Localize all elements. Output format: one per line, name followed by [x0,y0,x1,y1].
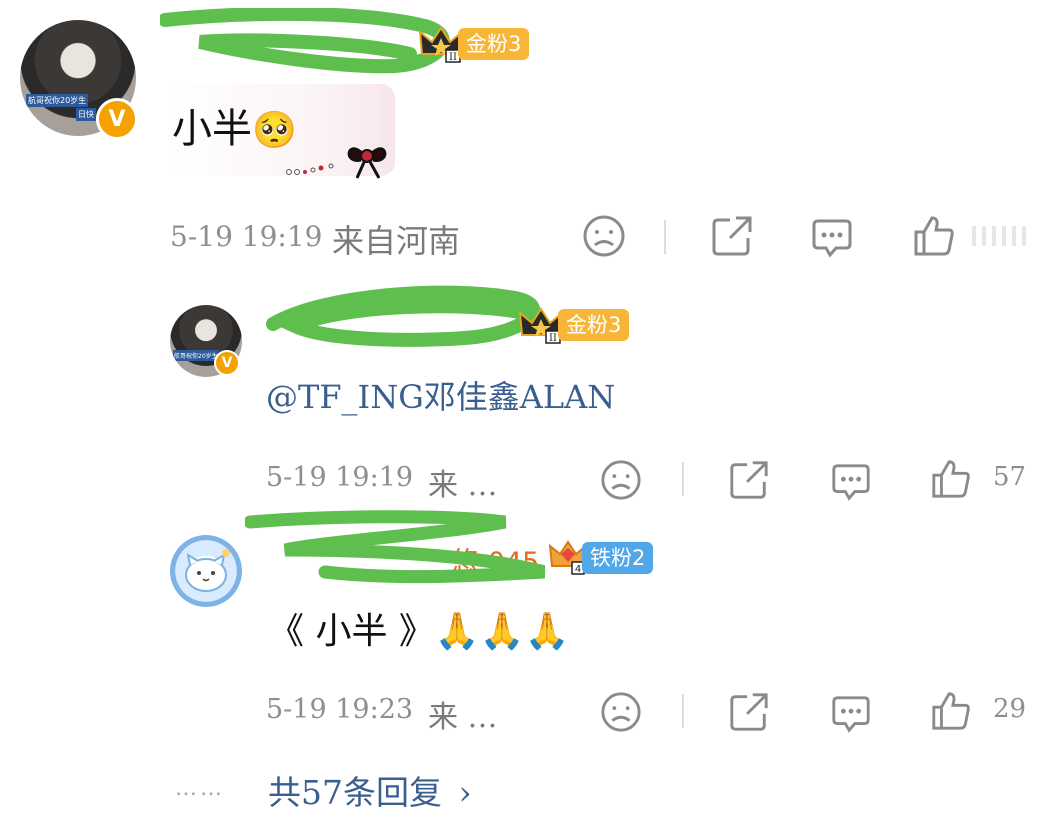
chevron-right-icon: › [458,773,472,812]
dislike-face-icon[interactable] [600,691,642,733]
comment-icon[interactable] [810,216,854,260]
avatar-caption: 航哥祝你20岁生 [26,94,89,107]
mention-link[interactable]: @TF_ING邓佳鑫ALAN [266,372,615,418]
dislike-face-icon[interactable] [600,459,642,501]
redaction-scribble [266,285,541,347]
fan-badge-label: 铁粉2 [582,542,654,574]
reply-location: 来 … [428,700,498,735]
comment-location: 来自河南 [332,222,461,260]
more-replies-label: 共57条回复 [268,773,442,812]
reply-time: 5-19 19:19 [266,462,414,493]
svg-text:II: II [449,52,457,63]
username-redacted[interactable] [265,285,541,347]
share-icon[interactable] [728,459,770,501]
dislike-face-icon[interactable] [582,214,626,258]
reply-location: 来 … [428,468,498,503]
avatar-caption: 航哥祝你20岁生 [173,350,219,361]
separator [682,694,684,728]
bow-decoration-icon [286,147,387,179]
like-count-faded [972,226,1028,246]
svg-text:4: 4 [575,564,581,575]
share-icon[interactable] [710,214,754,258]
verified-badge-icon: V [214,350,240,376]
fan-badge-label: 金粉3 [458,28,530,60]
separator [682,462,684,496]
reply-avatar[interactable] [170,535,242,607]
comment-time: 5-19 19:19 [170,220,323,253]
like-thumb-icon[interactable] [930,458,972,500]
fan-badge[interactable]: II 金粉3 [518,305,630,345]
share-icon[interactable] [728,691,770,733]
username-redacted[interactable] [160,8,450,74]
fan-badge-label: 金粉3 [558,309,630,341]
separator [664,220,666,254]
avatar-caption: 日快 [76,108,96,121]
fan-badge[interactable]: 4 铁粉2 [548,538,654,578]
svg-text:II: II [549,333,557,344]
like-thumb-icon[interactable] [912,214,956,258]
redaction-scribble [245,510,545,584]
comment-icon[interactable] [830,693,872,735]
verified-badge-icon: V [96,98,138,140]
reply-text: 《 小半 》🙏🙏🙏 [268,611,570,652]
more-replies-link[interactable]: 共57条回复 › [268,766,472,814]
comment-icon[interactable] [830,461,872,503]
more-replies-dots: …… [175,776,225,801]
like-count: 57 [993,462,1027,492]
like-count: 29 [993,694,1027,724]
comment-text: 小半🥺 [172,106,297,152]
fan-badge[interactable]: II 金粉3 [418,24,530,64]
reply-time: 5-19 19:23 [266,694,414,725]
like-thumb-icon[interactable] [930,690,972,732]
cat-avatar-icon [185,549,230,592]
redaction-scribble [160,8,450,74]
